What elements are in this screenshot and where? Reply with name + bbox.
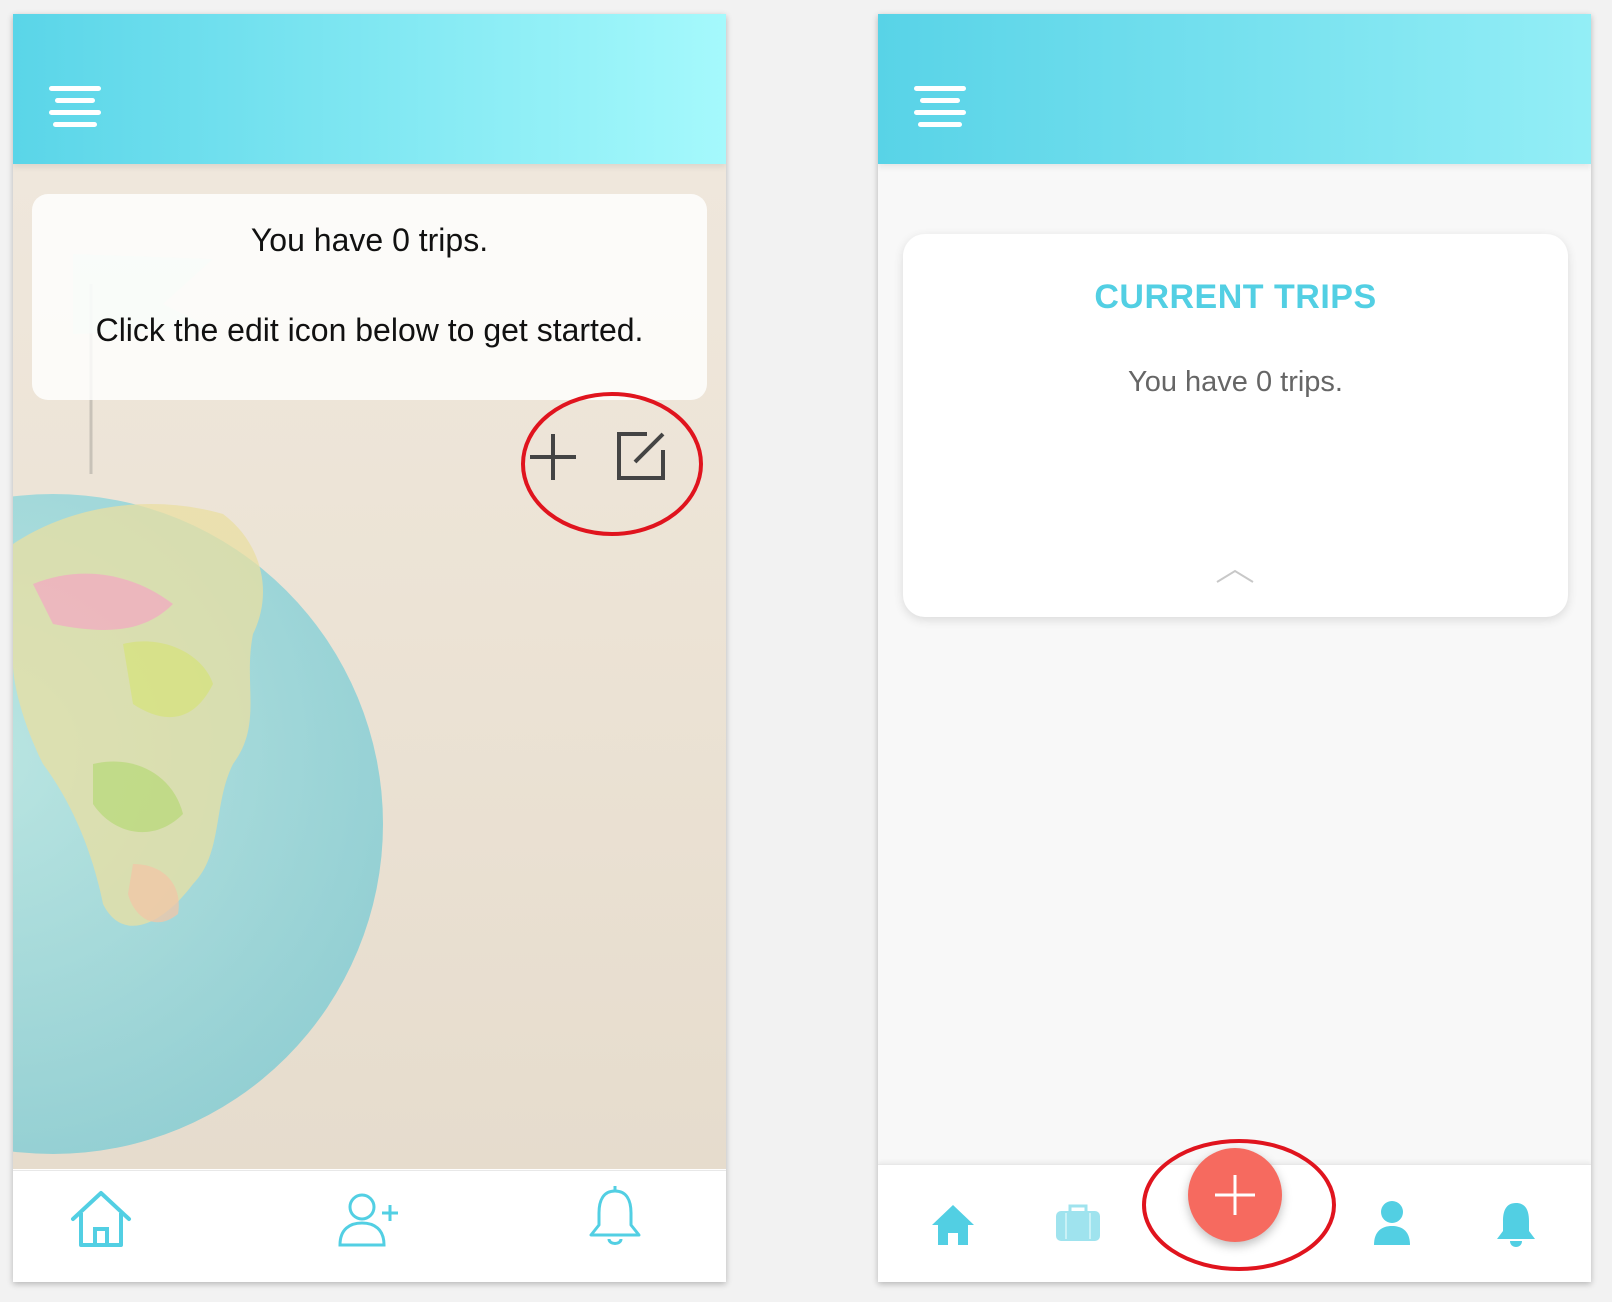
current-trips-card: CURRENT TRIPS You have 0 trips.: [903, 234, 1568, 617]
plus-icon: [1215, 1175, 1255, 1215]
card-title: CURRENT TRIPS: [1094, 278, 1377, 316]
home-icon[interactable]: [930, 1203, 976, 1252]
plus-icon[interactable]: [528, 432, 578, 487]
user-icon[interactable]: [1372, 1199, 1412, 1252]
trip-count-text: You have 0 trips.: [1128, 366, 1343, 398]
intro-card: You have 0 trips. Click the edit icon be…: [32, 194, 707, 400]
trip-count-text: You have 0 trips.: [250, 222, 489, 258]
home-icon[interactable]: [69, 1189, 133, 1254]
screen-blank-homescreen: You have 0 trips. Click the edit icon be…: [13, 14, 726, 1282]
screen-blank-homescreen-open: CURRENT TRIPS You have 0 trips.: [878, 14, 1591, 1282]
instruction-text: Click the edit icon below to get started…: [95, 312, 644, 348]
bottom-nav: [13, 1170, 726, 1282]
app-header: [13, 14, 726, 164]
add-trip-button[interactable]: [1188, 1148, 1282, 1242]
edit-icon[interactable]: [613, 428, 669, 489]
app-header: [878, 14, 1591, 164]
menu-icon[interactable]: [914, 86, 966, 128]
menu-icon[interactable]: [49, 86, 101, 128]
bell-icon[interactable]: [1494, 1199, 1538, 1254]
bell-icon[interactable]: [587, 1185, 643, 1254]
suitcase-icon[interactable]: [1054, 1203, 1102, 1248]
chevron-up-icon[interactable]: [1215, 568, 1255, 589]
add-user-icon[interactable]: [336, 1189, 400, 1254]
